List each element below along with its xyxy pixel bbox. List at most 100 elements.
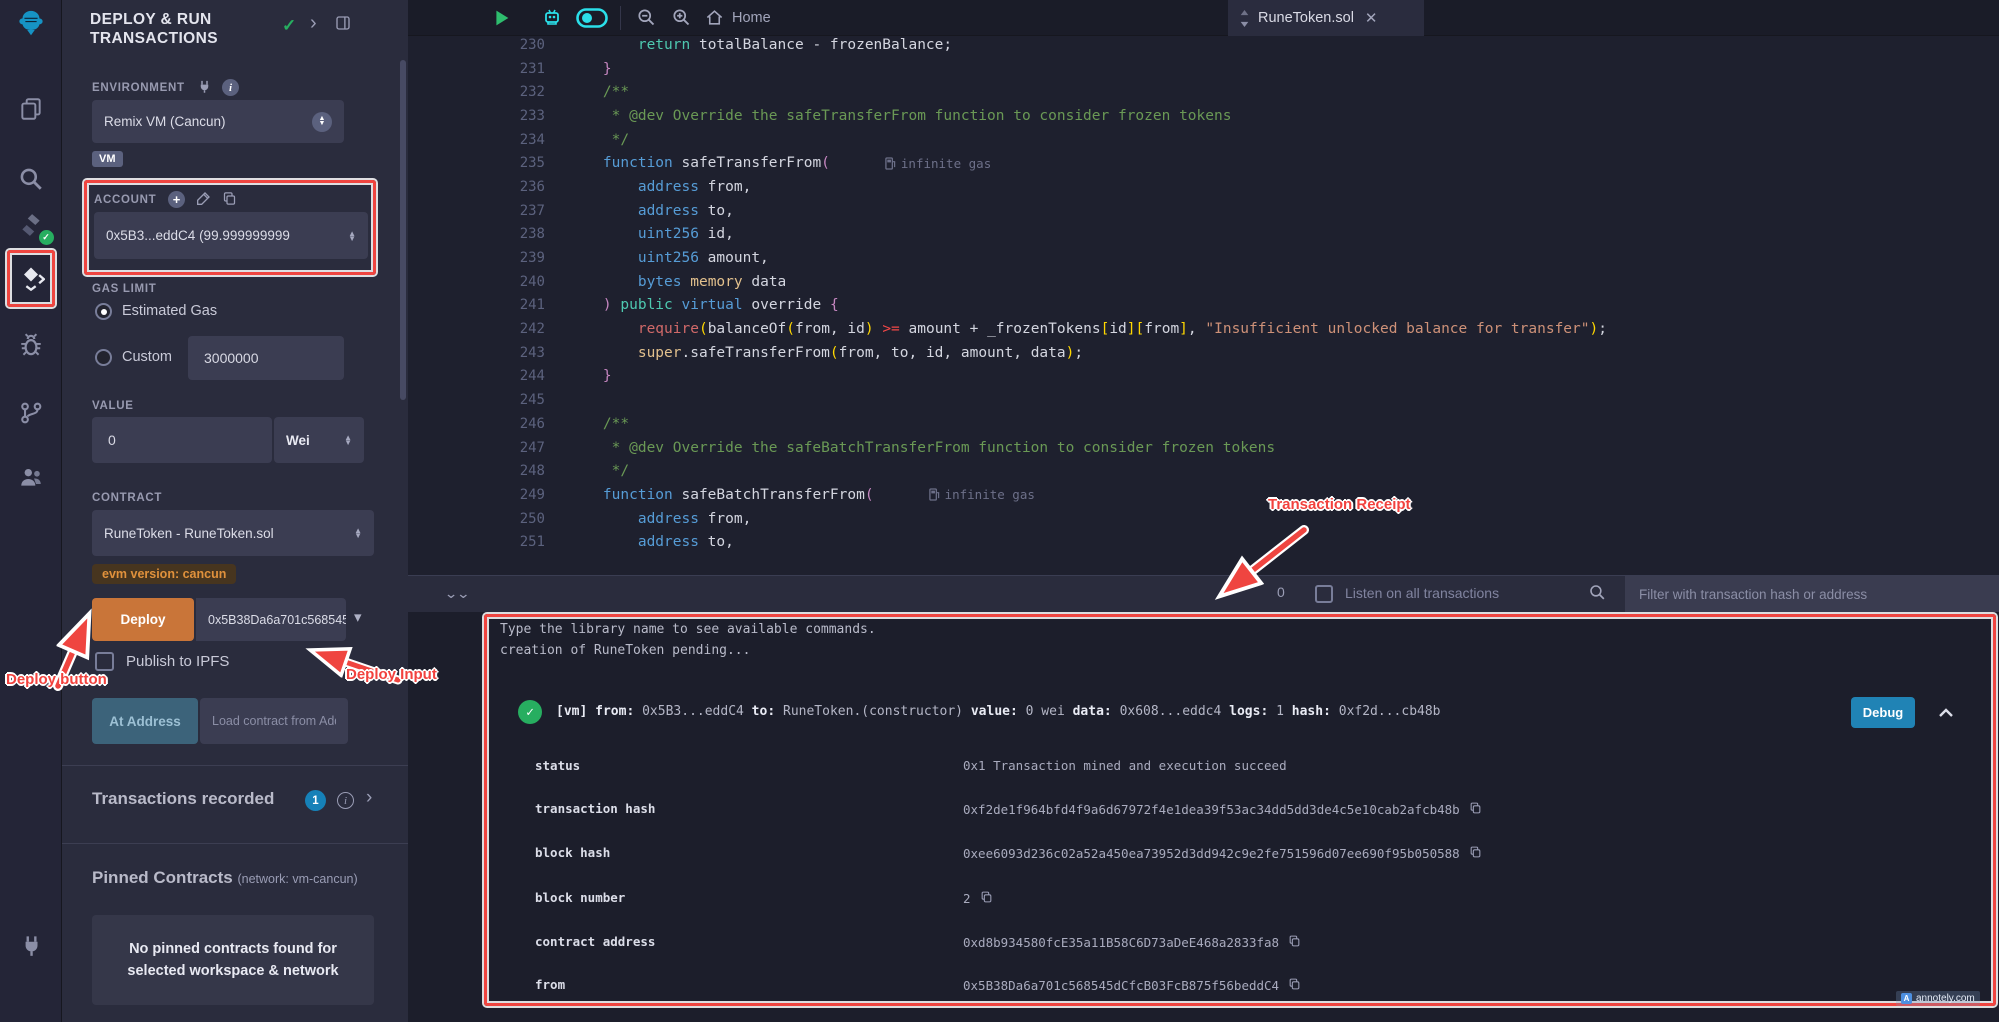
- code-line[interactable]: 231 }: [408, 57, 1999, 81]
- git-icon[interactable]: [16, 398, 46, 428]
- transactions-info-icon[interactable]: i: [337, 792, 354, 809]
- terminal-collapse-icon[interactable]: ⌄⌄: [444, 586, 469, 602]
- collapse-receipt-icon[interactable]: [1938, 704, 1954, 723]
- deploy-expand-chevron-icon[interactable]: ▾: [354, 608, 362, 626]
- contract-select[interactable]: RuneToken - RuneToken.sol ▲▼: [92, 510, 374, 556]
- environment-info-icon[interactable]: i: [222, 79, 239, 96]
- search-icon[interactable]: [16, 164, 46, 194]
- custom-gas-input[interactable]: [188, 336, 344, 380]
- value-input[interactable]: [92, 417, 272, 463]
- code-line[interactable]: 233 * @dev Override the safeTransferFrom…: [408, 104, 1999, 128]
- code-line[interactable]: 245: [408, 388, 1999, 412]
- code-line[interactable]: 246 /**: [408, 412, 1999, 436]
- code-line[interactable]: 248 */: [408, 459, 1999, 483]
- run-script-icon[interactable]: [490, 7, 512, 34]
- copilot-toggle-icon[interactable]: [576, 8, 608, 33]
- receipt-row-label: contract address: [535, 934, 655, 949]
- line-number: 232: [408, 84, 545, 100]
- code-line[interactable]: 238 uint256 id,: [408, 223, 1999, 247]
- edit-account-icon[interactable]: [195, 191, 211, 212]
- copy-value-icon[interactable]: [1469, 801, 1482, 815]
- listen-all-checkbox[interactable]: [1315, 585, 1333, 603]
- fork-state-icon[interactable]: [197, 79, 212, 99]
- code-editor[interactable]: 230 return totalBalance - frozenBalance;…: [408, 36, 1999, 575]
- contract-stepper-icon[interactable]: ▲▼: [354, 528, 362, 538]
- code-line[interactable]: 230 return totalBalance - frozenBalance;: [408, 36, 1999, 57]
- editor-tabbar: Home RuneToken.sol ✕: [408, 0, 1999, 36]
- copy-account-icon[interactable]: [222, 191, 237, 211]
- divider: [62, 843, 408, 844]
- code-line[interactable]: 249 function safeBatchTransferFrom(infin…: [408, 483, 1999, 507]
- tx-summary-value: 0x608...eddc4: [1112, 704, 1222, 719]
- add-account-icon[interactable]: +: [168, 191, 185, 208]
- solidity-compiler-icon[interactable]: ✓: [16, 210, 46, 240]
- file-explorer-icon[interactable]: [16, 94, 46, 124]
- code-line[interactable]: 240 bytes memory data: [408, 270, 1999, 294]
- code-text: return totalBalance - frozenBalance;: [568, 37, 952, 53]
- tab-home[interactable]: Home: [705, 8, 771, 27]
- custom-gas-radio[interactable]: [95, 349, 112, 366]
- estimated-gas-label: Estimated Gas: [122, 303, 217, 319]
- environment-stepper-icon[interactable]: ▲▼: [312, 112, 332, 132]
- at-address-button[interactable]: At Address: [92, 698, 198, 744]
- zoom-in-icon[interactable]: [671, 7, 692, 33]
- code-line[interactable]: 236 address from,: [408, 175, 1999, 199]
- ai-assistant-icon[interactable]: [540, 6, 564, 35]
- code-line[interactable]: 251 address to,: [408, 530, 1999, 554]
- code-text: */: [568, 463, 629, 479]
- copy-value-icon[interactable]: [1469, 845, 1482, 859]
- code-line[interactable]: 239 uint256 amount,: [408, 246, 1999, 270]
- line-number: 244: [408, 368, 545, 384]
- terminal[interactable]: Type the library name to see available c…: [408, 612, 1999, 1022]
- transactions-recorded-label: Transactions recorded: [92, 789, 274, 809]
- code-text: function safeBatchTransferFrom(: [568, 487, 874, 503]
- value-unit-stepper-icon[interactable]: ▲▼: [344, 435, 352, 445]
- code-line[interactable]: 242 require(balanceOf(from, id) >= amoun…: [408, 317, 1999, 341]
- debug-button[interactable]: Debug: [1851, 697, 1915, 728]
- debugger-icon[interactable]: [16, 330, 46, 360]
- at-address-input[interactable]: [200, 698, 348, 744]
- value-unit-select[interactable]: Wei ▲▼: [274, 417, 364, 463]
- code-line[interactable]: 235 function safeTransferFrom(infinite g…: [408, 151, 1999, 175]
- code-line[interactable]: 243 super.safeTransferFrom(from, to, id,…: [408, 341, 1999, 365]
- code-line[interactable]: 244 }: [408, 365, 1999, 389]
- panel-forward-icon[interactable]: ›: [310, 12, 317, 35]
- deploy-button[interactable]: Deploy: [92, 598, 194, 641]
- deploy-run-icon[interactable]: [16, 263, 46, 293]
- annotation-transaction-receipt: Transaction Receipt: [1268, 496, 1411, 513]
- remix-logo[interactable]: [16, 8, 46, 38]
- deploy-input[interactable]: 0x5B38Da6a701c568545: [196, 598, 346, 641]
- tab-runetoken[interactable]: RuneToken.sol ✕: [1228, 0, 1424, 36]
- transaction-filter-input[interactable]: [1625, 576, 1999, 613]
- tx-summary-value: 0x5B3...eddC4: [634, 704, 744, 719]
- code-line[interactable]: 247 * @dev Override the safeBatchTransfe…: [408, 436, 1999, 460]
- panel-scrollbar[interactable]: [400, 60, 406, 400]
- account-stepper-icon[interactable]: ▲▼: [348, 231, 356, 241]
- copy-value-icon[interactable]: [980, 890, 993, 904]
- tx-summary[interactable]: [vm] from: 0x5B3...eddC4 to: RuneToken.(…: [556, 704, 1441, 719]
- code-line[interactable]: 234 */: [408, 128, 1999, 152]
- code-line[interactable]: 250 address from,: [408, 507, 1999, 531]
- line-number: 234: [408, 132, 545, 148]
- line-number: 231: [408, 61, 545, 77]
- line-number: 247: [408, 440, 545, 456]
- toolbar-separator: [620, 6, 621, 30]
- account-select[interactable]: 0x5B3...eddC4 (99.999999999 ▲▼: [94, 212, 368, 259]
- transactions-expand-icon[interactable]: ›: [366, 787, 372, 809]
- terminal-search-icon[interactable]: [1588, 583, 1607, 607]
- pin-panel-icon[interactable]: [334, 14, 352, 37]
- estimated-gas-radio[interactable]: [95, 303, 112, 320]
- unit-testing-icon[interactable]: [16, 462, 46, 492]
- tx-summary-label: data:: [1065, 704, 1112, 719]
- copy-value-icon[interactable]: [1288, 934, 1301, 948]
- zoom-out-icon[interactable]: [636, 7, 657, 33]
- publish-ipfs-checkbox[interactable]: [95, 652, 114, 671]
- code-line[interactable]: 241 ) public virtual override {: [408, 294, 1999, 318]
- copy-value-icon[interactable]: [1288, 977, 1301, 991]
- code-line[interactable]: 232 /**: [408, 80, 1999, 104]
- environment-select[interactable]: Remix VM (Cancun) ▲▼: [92, 100, 344, 143]
- tab-close-icon[interactable]: ✕: [1365, 9, 1378, 27]
- plugin-connect-icon[interactable]: [16, 930, 46, 960]
- code-line[interactable]: 237 address to,: [408, 199, 1999, 223]
- receipt-row-label: block number: [535, 890, 625, 905]
